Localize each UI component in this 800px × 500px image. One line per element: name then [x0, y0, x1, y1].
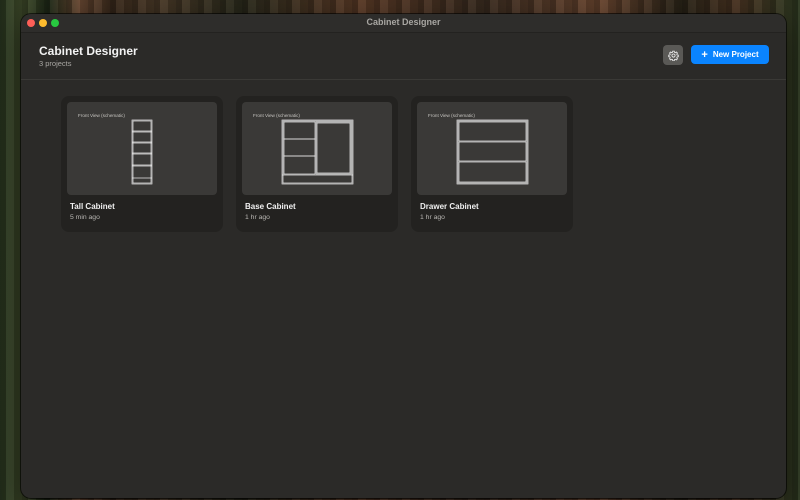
new-project-button[interactable]: + New Project [691, 45, 769, 64]
project-thumbnail: Front View (schematic) [242, 102, 392, 195]
header: Cabinet Designer 3 projects + New Projec… [21, 33, 786, 80]
project-modified-time: 5 min ago [70, 214, 100, 221]
project-card-tall-cabinet[interactable]: Front View (schematic) Tall Cabinet 5 mi… [61, 96, 223, 232]
project-name: Base Cabinet [245, 202, 296, 211]
title-bar: Cabinet Designer [21, 14, 786, 33]
drawer-cabinet-schematic [456, 119, 529, 185]
page-title: Cabinet Designer [39, 44, 138, 58]
project-name: Tall Cabinet [70, 202, 115, 211]
project-count: 3 projects [39, 59, 72, 68]
project-modified-time: 1 hr ago [245, 214, 270, 221]
project-grid: Front View (schematic) Tall Cabinet 5 mi… [61, 96, 573, 232]
project-card-drawer-cabinet[interactable]: Front View (schematic) Drawer Cabinet 1 … [411, 96, 573, 232]
tall-cabinet-schematic [131, 119, 153, 185]
app-window: Cabinet Designer Cabinet Designer 3 proj… [21, 14, 786, 498]
window-title: Cabinet Designer [366, 17, 441, 27]
gear-icon [667, 50, 679, 61]
plus-icon: + [701, 48, 708, 61]
project-card-base-cabinet[interactable]: Front View (schematic) Base Cabinet 1 hr… [236, 96, 398, 232]
project-name: Drawer Cabinet [420, 202, 479, 211]
base-cabinet-schematic [281, 119, 354, 185]
project-thumbnail: Front View (schematic) [417, 102, 567, 195]
project-modified-time: 1 hr ago [420, 214, 445, 221]
settings-button[interactable] [663, 45, 683, 65]
project-thumbnail: Front View (schematic) [67, 102, 217, 195]
new-project-label: New Project [712, 50, 759, 59]
